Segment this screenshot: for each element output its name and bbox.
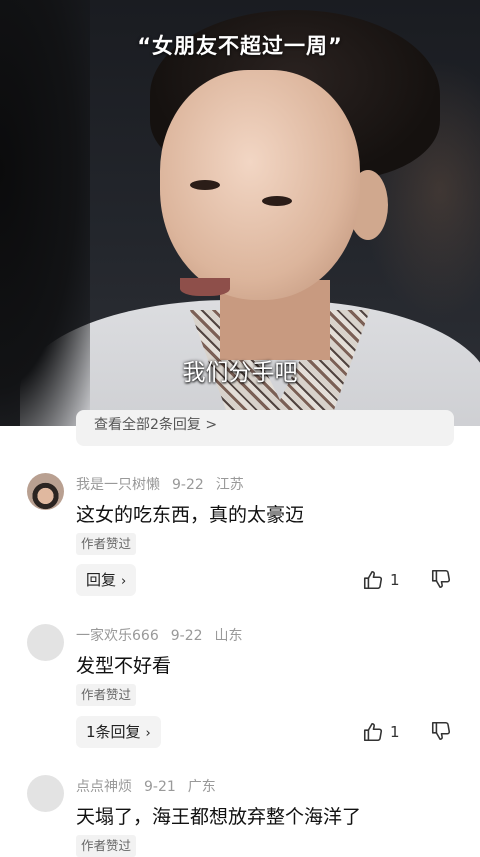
avatar[interactable] <box>27 624 64 661</box>
author-liked-badge: 作者赞过 <box>76 835 137 857</box>
like-button[interactable]: 1 <box>362 567 400 593</box>
dislike-button[interactable] <box>430 568 452 594</box>
actor-eye-left <box>190 180 220 190</box>
thumbs-up-icon <box>363 570 383 590</box>
comment-location: 山东 <box>214 628 243 644</box>
comment-text: 天塌了，海王都想放弃整个海洋了 <box>76 806 362 828</box>
video-title-caption: “女朋友不超过一周” <box>137 34 343 58</box>
author-liked-badge: 作者赞过 <box>76 684 137 706</box>
reply-button[interactable]: 回复 › <box>76 564 137 596</box>
actor-mouth <box>180 278 230 296</box>
like-count: 1 <box>390 571 400 589</box>
comment-location: 江苏 <box>215 477 244 493</box>
chevron-right-icon: › <box>145 726 151 741</box>
author-liked-badge: 作者赞过 <box>76 533 137 555</box>
comment-text: 这女的吃东西，真的太豪迈 <box>76 504 305 526</box>
comment-meta: 一家欢乐666 9-22 山东 <box>76 625 255 645</box>
comment-username[interactable]: 点点神烦 <box>76 779 132 795</box>
dislike-button[interactable] <box>430 720 452 746</box>
comment-date: 9-21 <box>144 779 176 795</box>
thumbs-down-icon <box>431 721 451 741</box>
view-replies-button[interactable]: 1条回复 › <box>76 716 161 748</box>
comment-date: 9-22 <box>172 477 204 493</box>
avatar[interactable] <box>27 775 64 812</box>
comment-text: 发型不好看 <box>76 655 172 677</box>
actor-eye-right <box>262 196 292 206</box>
like-button[interactable]: 1 <box>362 719 400 745</box>
comment-location: 广东 <box>187 779 216 795</box>
thumbs-up-icon <box>363 722 383 742</box>
reply-button-label: 回复 <box>86 571 117 589</box>
comment-username[interactable]: 我是一只树懒 <box>76 477 160 493</box>
thumbs-down-icon <box>431 569 451 589</box>
comment-meta: 我是一只树懒 9-22 江苏 <box>76 474 256 494</box>
chevron-right-icon: › <box>121 574 127 589</box>
comment-meta: 点点神烦 9-21 广东 <box>76 776 228 796</box>
video-subtitle: 我们分手吧 <box>182 360 298 386</box>
reply-button-label: 1条回复 <box>86 723 141 741</box>
like-count: 1 <box>390 723 400 741</box>
video-player[interactable]: “女朋友不超过一周” 我们分手吧 <box>0 0 480 426</box>
comment-username[interactable]: 一家欢乐666 <box>76 628 159 644</box>
avatar[interactable] <box>27 473 64 510</box>
comment-date: 9-22 <box>170 628 203 644</box>
